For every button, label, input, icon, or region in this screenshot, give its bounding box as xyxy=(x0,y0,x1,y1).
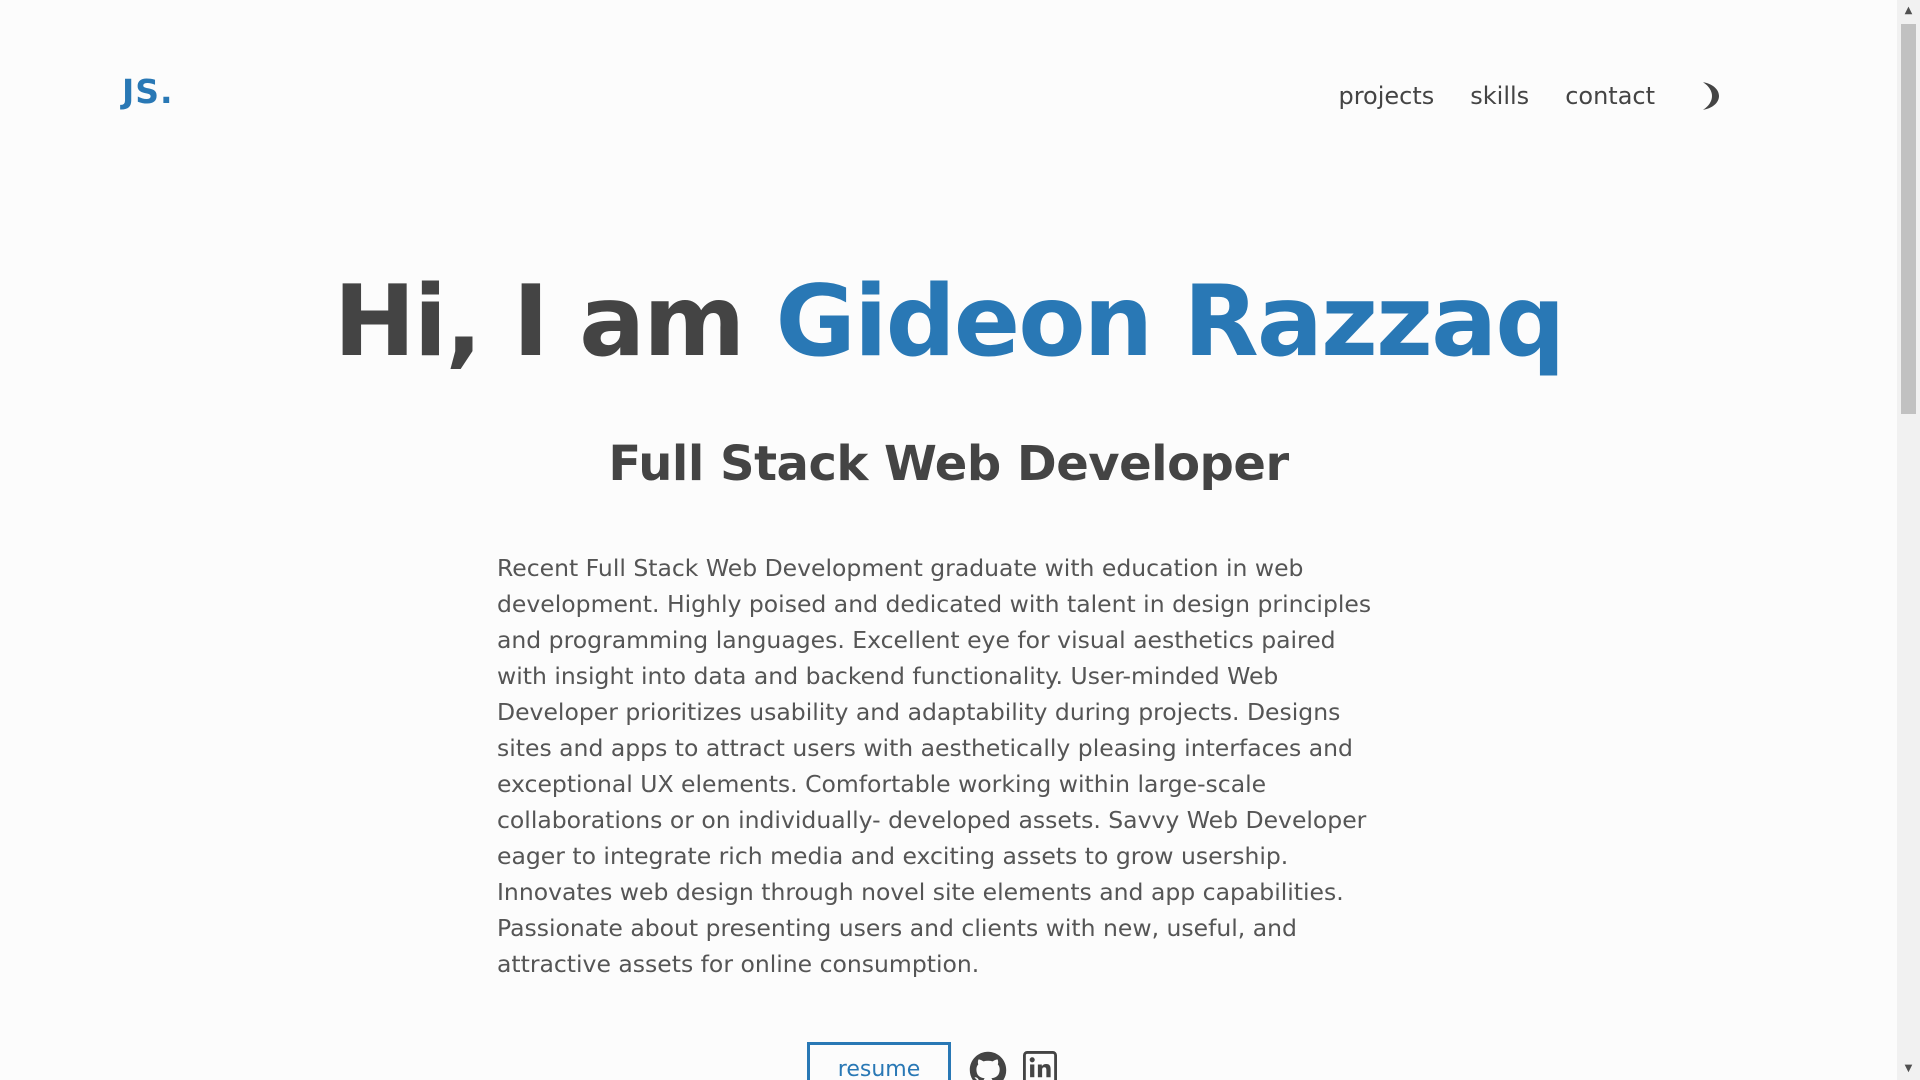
github-icon xyxy=(969,1051,1007,1080)
hero-actions: resume xyxy=(807,1042,1061,1080)
hero-title: Hi, I am Gideon Razzaq xyxy=(0,262,1897,382)
scrollbar-thumb[interactable] xyxy=(1901,24,1916,414)
theme-toggle-button[interactable] xyxy=(1697,81,1721,111)
site-logo[interactable]: JS. xyxy=(122,72,174,111)
resume-button[interactable]: resume xyxy=(807,1042,951,1080)
scroll-down-arrow-icon[interactable]: ▼ xyxy=(1897,1058,1920,1080)
nav-link-contact[interactable]: contact xyxy=(1565,78,1655,114)
site-header: JS. projects skills contact xyxy=(0,0,1897,190)
portfolio-page: JS. projects skills contact Hi, I am Gid… xyxy=(0,0,1897,1080)
vertical-scrollbar[interactable]: ▲ ▼ xyxy=(1897,0,1920,1080)
nav-link-skills[interactable]: skills xyxy=(1470,78,1529,114)
hero-name: Gideon Razzaq xyxy=(775,265,1566,379)
scroll-up-arrow-icon[interactable]: ▲ xyxy=(1897,0,1920,22)
github-link[interactable] xyxy=(969,1051,1007,1080)
linkedin-link[interactable] xyxy=(1023,1051,1061,1080)
main-nav: projects skills contact xyxy=(1302,78,1721,114)
hero-greeting: Hi, I am xyxy=(333,265,776,379)
about-paragraph: Recent Full Stack Web Development gradua… xyxy=(497,554,1372,978)
nav-link-projects[interactable]: projects xyxy=(1338,78,1434,114)
hero-subtitle: Full Stack Web Developer xyxy=(608,436,1289,492)
linkedin-icon xyxy=(1023,1051,1057,1080)
moon-icon xyxy=(1703,82,1719,110)
